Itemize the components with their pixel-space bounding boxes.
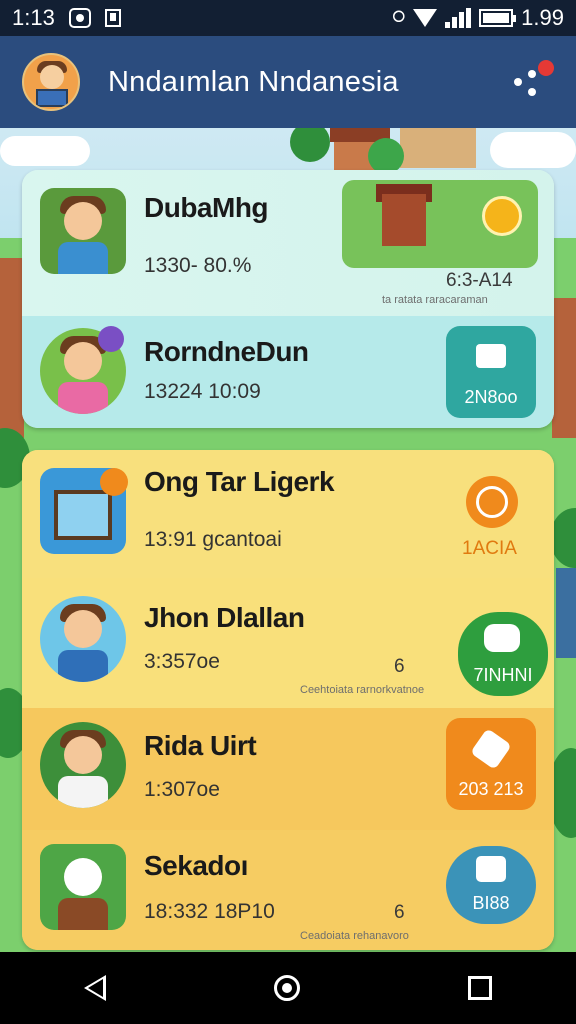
menu-icon[interactable] — [510, 60, 554, 104]
recent-apps-icon[interactable] — [468, 976, 492, 1000]
item-subtitle: 1330- 80.% — [144, 254, 252, 277]
list-item[interactable]: Ong Tar Ligerk 13:91 gcantoai 1ACIA — [22, 450, 554, 578]
vibrate-icon: ⭘ — [392, 9, 406, 26]
item-title: Sekadoı — [144, 850, 248, 881]
tablet-icon — [54, 490, 112, 540]
status-bar: 1:13 ⭘ 1.99 — [0, 0, 576, 36]
tile-label: 2N8oo — [464, 387, 518, 407]
bag-icon — [476, 856, 506, 882]
action-tile[interactable]: 2N8oo — [446, 326, 536, 418]
battery-icon — [479, 9, 517, 27]
clock-icon[interactable] — [466, 476, 518, 528]
app-title: Nndaımlan Nndanesia — [108, 65, 399, 98]
coin-icon — [482, 196, 522, 236]
avatar — [40, 844, 126, 930]
item-subtitle: 3:357oe — [144, 650, 220, 673]
battery-level: 1.99 — [521, 5, 564, 30]
item-subtitle: 1:307oe — [144, 778, 220, 801]
folder-icon — [476, 344, 506, 368]
signal-icon — [445, 8, 472, 28]
back-icon[interactable] — [84, 975, 106, 1001]
list-item[interactable]: Rida Uirt 1:307oe 203 213 — [22, 708, 554, 830]
action-tile[interactable]: 7INHNI — [458, 612, 548, 696]
item-title: Jhon Dlallan — [144, 602, 305, 633]
badge-icon — [98, 326, 124, 352]
item-subtitle: 18:332 18P10 — [144, 900, 275, 923]
bug-icon — [484, 624, 520, 652]
list-item[interactable]: RorndneDun 13224 10:09 2N8oo — [22, 316, 554, 428]
item-meta: Ceadoiata rehanavoro — [300, 930, 409, 942]
item-title: Rida Uirt — [144, 730, 257, 761]
app-bar: Nndaımlan Nndanesia — [0, 36, 576, 128]
list-item[interactable]: Jhon Dlallan 3:357oe 6 Ceehtoiata rarnor… — [22, 578, 554, 708]
tile-label: 1ACIA — [462, 538, 517, 559]
avatar — [40, 722, 126, 808]
home-icon[interactable] — [274, 975, 300, 1001]
avatar — [40, 596, 126, 682]
item-count: 6 — [394, 902, 405, 923]
item-subtitle: 13224 10:09 — [144, 380, 261, 403]
navigation-bar — [0, 952, 576, 1024]
item-meta: Ceehtoiata rarnorkvatnoe — [300, 684, 425, 696]
avatar — [40, 188, 126, 274]
item-meta: ta ratata raracaraman — [382, 294, 488, 306]
wifi-icon — [413, 9, 438, 27]
action-tile[interactable]: BI88 — [446, 846, 536, 924]
conversation-group-1: DubaMhg 1330- 80.% 6:3-A14 ta ratata rar… — [22, 170, 554, 428]
badge-icon — [100, 468, 128, 496]
tile-label: 7INHNI — [473, 665, 533, 685]
item-count: 6 — [394, 656, 405, 677]
item-value: 6:3-A14 — [446, 270, 513, 291]
status-time: 1:13 — [12, 5, 55, 30]
item-title: Ong Tar Ligerk — [144, 466, 335, 497]
action-tile[interactable]: 203 213 — [446, 718, 536, 810]
list-item[interactable]: DubaMhg 1330- 80.% 6:3-A14 ta ratata rar… — [22, 170, 554, 316]
item-subtitle: 13:91 gcantoai — [144, 528, 282, 551]
list-item[interactable]: Sekadoı 18:332 18P10 6 Ceadoiata rehanav… — [22, 830, 554, 950]
conversation-group-2: Ong Tar Ligerk 13:91 gcantoai 1ACIA Jhon… — [22, 450, 554, 950]
hammer-icon — [470, 728, 512, 770]
tile-label: 203 213 — [458, 779, 524, 799]
app-logo[interactable] — [22, 53, 80, 111]
scene-thumbnail[interactable] — [342, 180, 538, 268]
document-icon — [104, 9, 121, 27]
item-title: RorndneDun — [144, 336, 309, 367]
notification-icon — [68, 8, 91, 28]
item-title: DubaMhg — [144, 192, 269, 223]
notification-badge — [538, 60, 554, 76]
tile-label: BI88 — [472, 893, 510, 913]
